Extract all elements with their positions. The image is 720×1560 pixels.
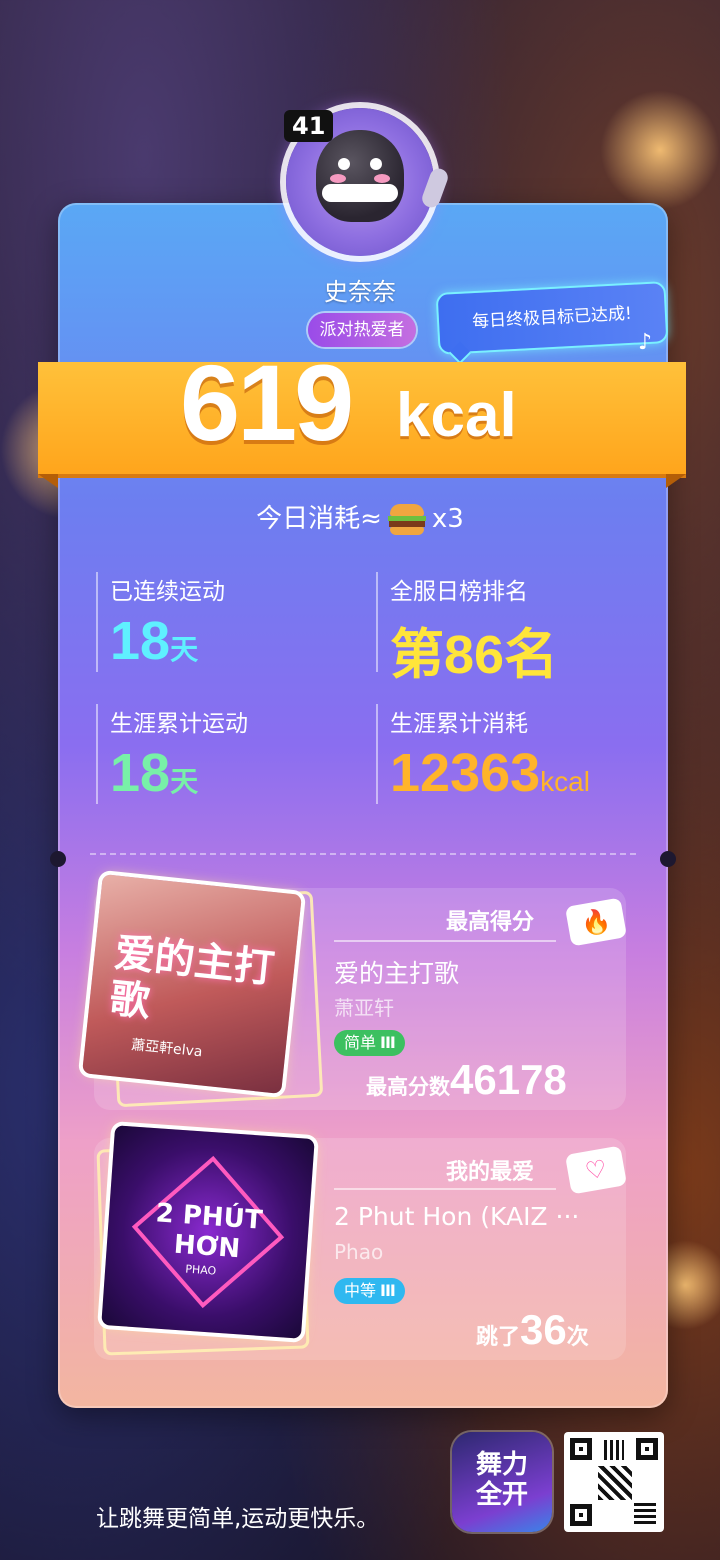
best-score-cover[interactable]: 爱的主打歌 蕭亞軒elva <box>82 874 302 1094</box>
cover-title: 爱的主打歌 <box>107 929 277 1026</box>
app-logo[interactable]: 舞力全开 <box>452 1432 552 1532</box>
stat-value: 第86名 <box>390 625 559 685</box>
stat-streak: 已连续运动 18天 <box>96 572 225 672</box>
bg-glow <box>600 90 720 210</box>
slogan: 让跳舞更简单,运动更快乐。 <box>96 1506 380 1532</box>
calorie-value: 619 <box>180 342 354 463</box>
cover-title: 2 PHÚT HƠN <box>154 1198 264 1265</box>
song-artist: 萧亚轩 <box>334 996 394 1020</box>
stat-label: 生涯累计消耗 <box>390 711 528 737</box>
app-logo-text: 舞力全开 <box>475 1450 528 1510</box>
best-score-title: 最高得分 <box>446 910 535 935</box>
stat-label: 全服日榜排名 <box>390 579 528 605</box>
section-underline <box>334 940 556 942</box>
play-count: 跳了36次 <box>476 1306 589 1353</box>
difficulty-badge: 中等 III <box>334 1278 405 1304</box>
calorie-banner <box>38 362 686 474</box>
difficulty-badge: 简单 III <box>334 1030 405 1056</box>
calorie-unit: kcal <box>396 381 517 450</box>
banner-fold-left <box>38 474 58 488</box>
qr-code-icon[interactable] <box>564 1432 664 1532</box>
cover-artist: PHAO <box>184 1262 217 1278</box>
today-consumption: 今日消耗≈ x3 <box>0 498 720 536</box>
stat-career-kcal: 生涯累计消耗 12363kcal <box>376 704 590 804</box>
stat-value: 18天 <box>110 743 199 803</box>
stat-value: 18天 <box>110 611 199 671</box>
ticket-notch-left <box>50 851 66 867</box>
cover-artist: 蕭亞軒elva <box>130 1037 204 1061</box>
song-artist: Phao <box>334 1240 384 1264</box>
avatar-character <box>316 130 404 222</box>
level-badge: 41 <box>284 110 334 142</box>
today-prefix: 今日消耗≈ <box>256 504 382 534</box>
section-underline <box>334 1188 556 1190</box>
ticket-divider <box>90 853 636 855</box>
goal-achieved-bubble: 每日终极目标已达成! <box>435 281 669 355</box>
high-score: 最高分数46178 <box>366 1056 567 1103</box>
stat-label: 生涯累计运动 <box>110 711 248 737</box>
today-multiplier: x3 <box>431 504 464 534</box>
music-note-icon: ♪ <box>638 330 653 355</box>
banner-fold-right <box>666 474 686 488</box>
stat-label: 已连续运动 <box>110 579 225 605</box>
ticket-notch-right <box>660 851 676 867</box>
favorite-cover[interactable]: 2 PHÚT HƠN PHAO <box>101 1125 315 1339</box>
stat-rank: 全服日榜排名 第86名 <box>376 572 558 685</box>
burger-icon <box>387 503 426 536</box>
stat-value: 12363kcal <box>390 743 590 803</box>
song-title: 2 Phut Hon (KAIZ ··· <box>334 1202 580 1231</box>
favorite-title: 我的最爱 <box>446 1160 535 1185</box>
stat-career-days: 生涯累计运动 18天 <box>96 704 248 804</box>
song-title: 爱的主打歌 <box>334 959 460 988</box>
